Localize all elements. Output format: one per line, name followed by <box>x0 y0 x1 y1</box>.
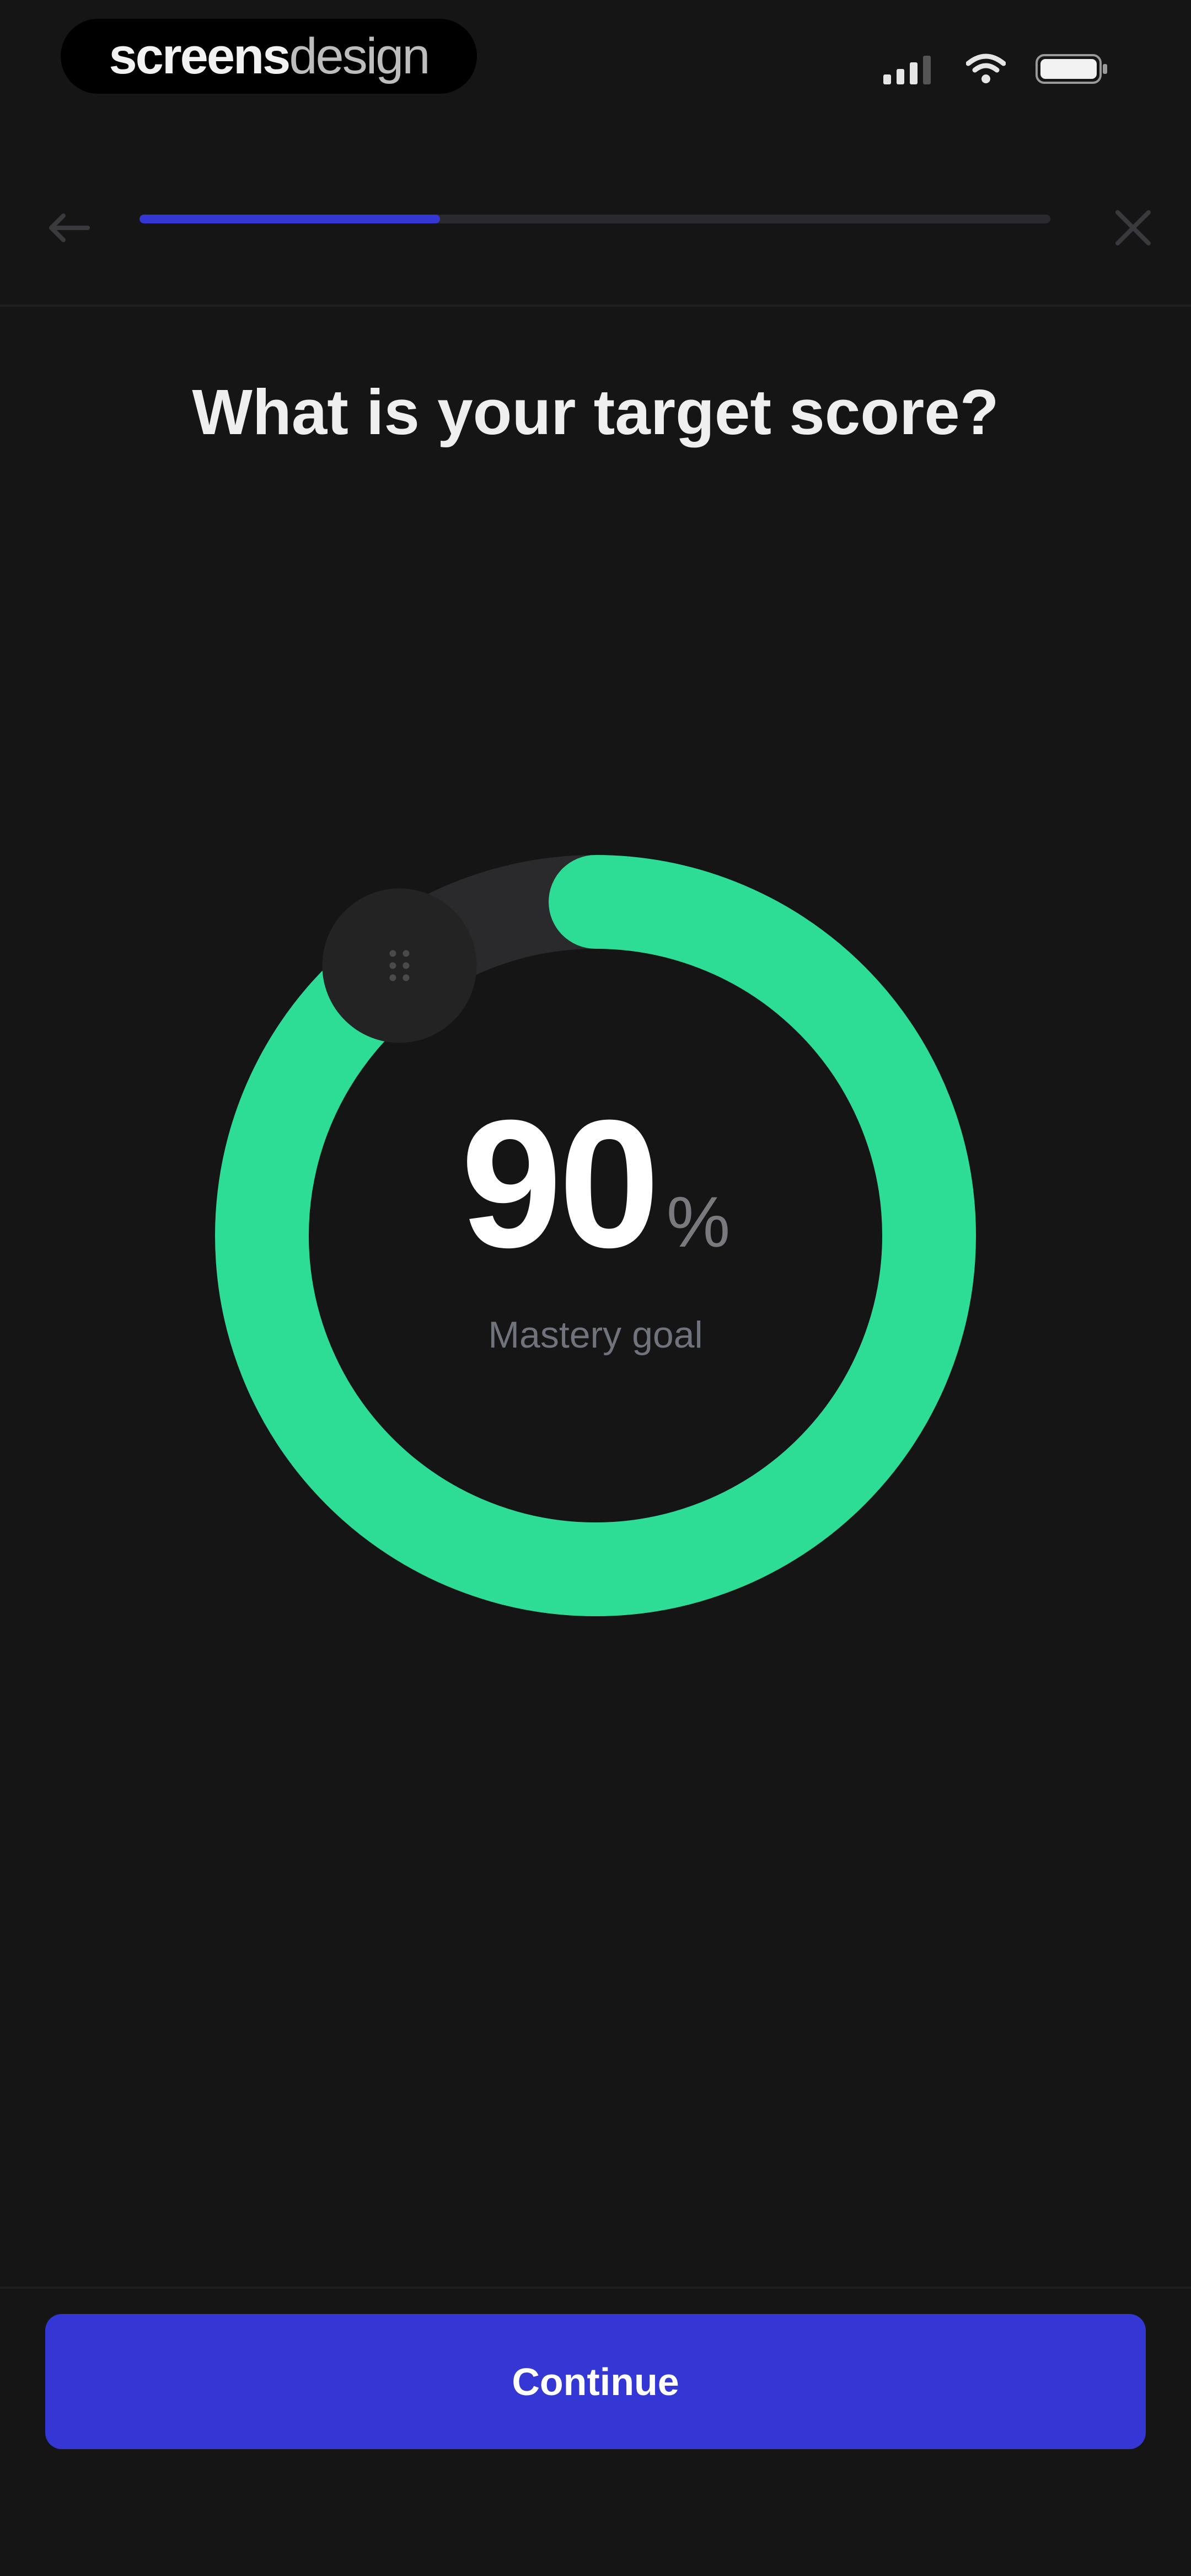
wifi-icon <box>965 54 1006 87</box>
status-icons <box>883 51 1108 89</box>
signal-icon <box>883 54 936 87</box>
close-icon <box>1113 208 1153 250</box>
nav-divider <box>0 304 1191 307</box>
bottom-divider <box>0 2286 1191 2289</box>
gauge-readout: 90 % Mastery goal <box>187 827 1004 1644</box>
status-bar: screens design <box>0 0 1191 127</box>
gauge-caption: Mastery goal <box>488 1314 703 1356</box>
gauge-value-row: 90 % <box>461 1093 731 1275</box>
battery-icon <box>1036 53 1108 88</box>
brand-logo-bold: screens <box>109 28 291 84</box>
close-button[interactable] <box>1103 199 1163 259</box>
brand-logo: screens design <box>61 19 477 94</box>
progress-bar <box>140 215 1050 223</box>
brand-logo-light: design <box>289 28 430 84</box>
target-score-gauge[interactable]: 90 % Mastery goal <box>187 827 1004 1644</box>
gauge-unit: % <box>666 1182 731 1262</box>
progress-bar-fill <box>140 215 441 223</box>
gauge-value: 90 <box>460 1082 660 1285</box>
back-button[interactable] <box>39 199 99 259</box>
page-title: What is your target score? <box>192 376 999 448</box>
continue-button[interactable]: Continue <box>45 2314 1146 2449</box>
top-navigation <box>0 160 1191 281</box>
arrow-left-icon <box>47 211 91 247</box>
